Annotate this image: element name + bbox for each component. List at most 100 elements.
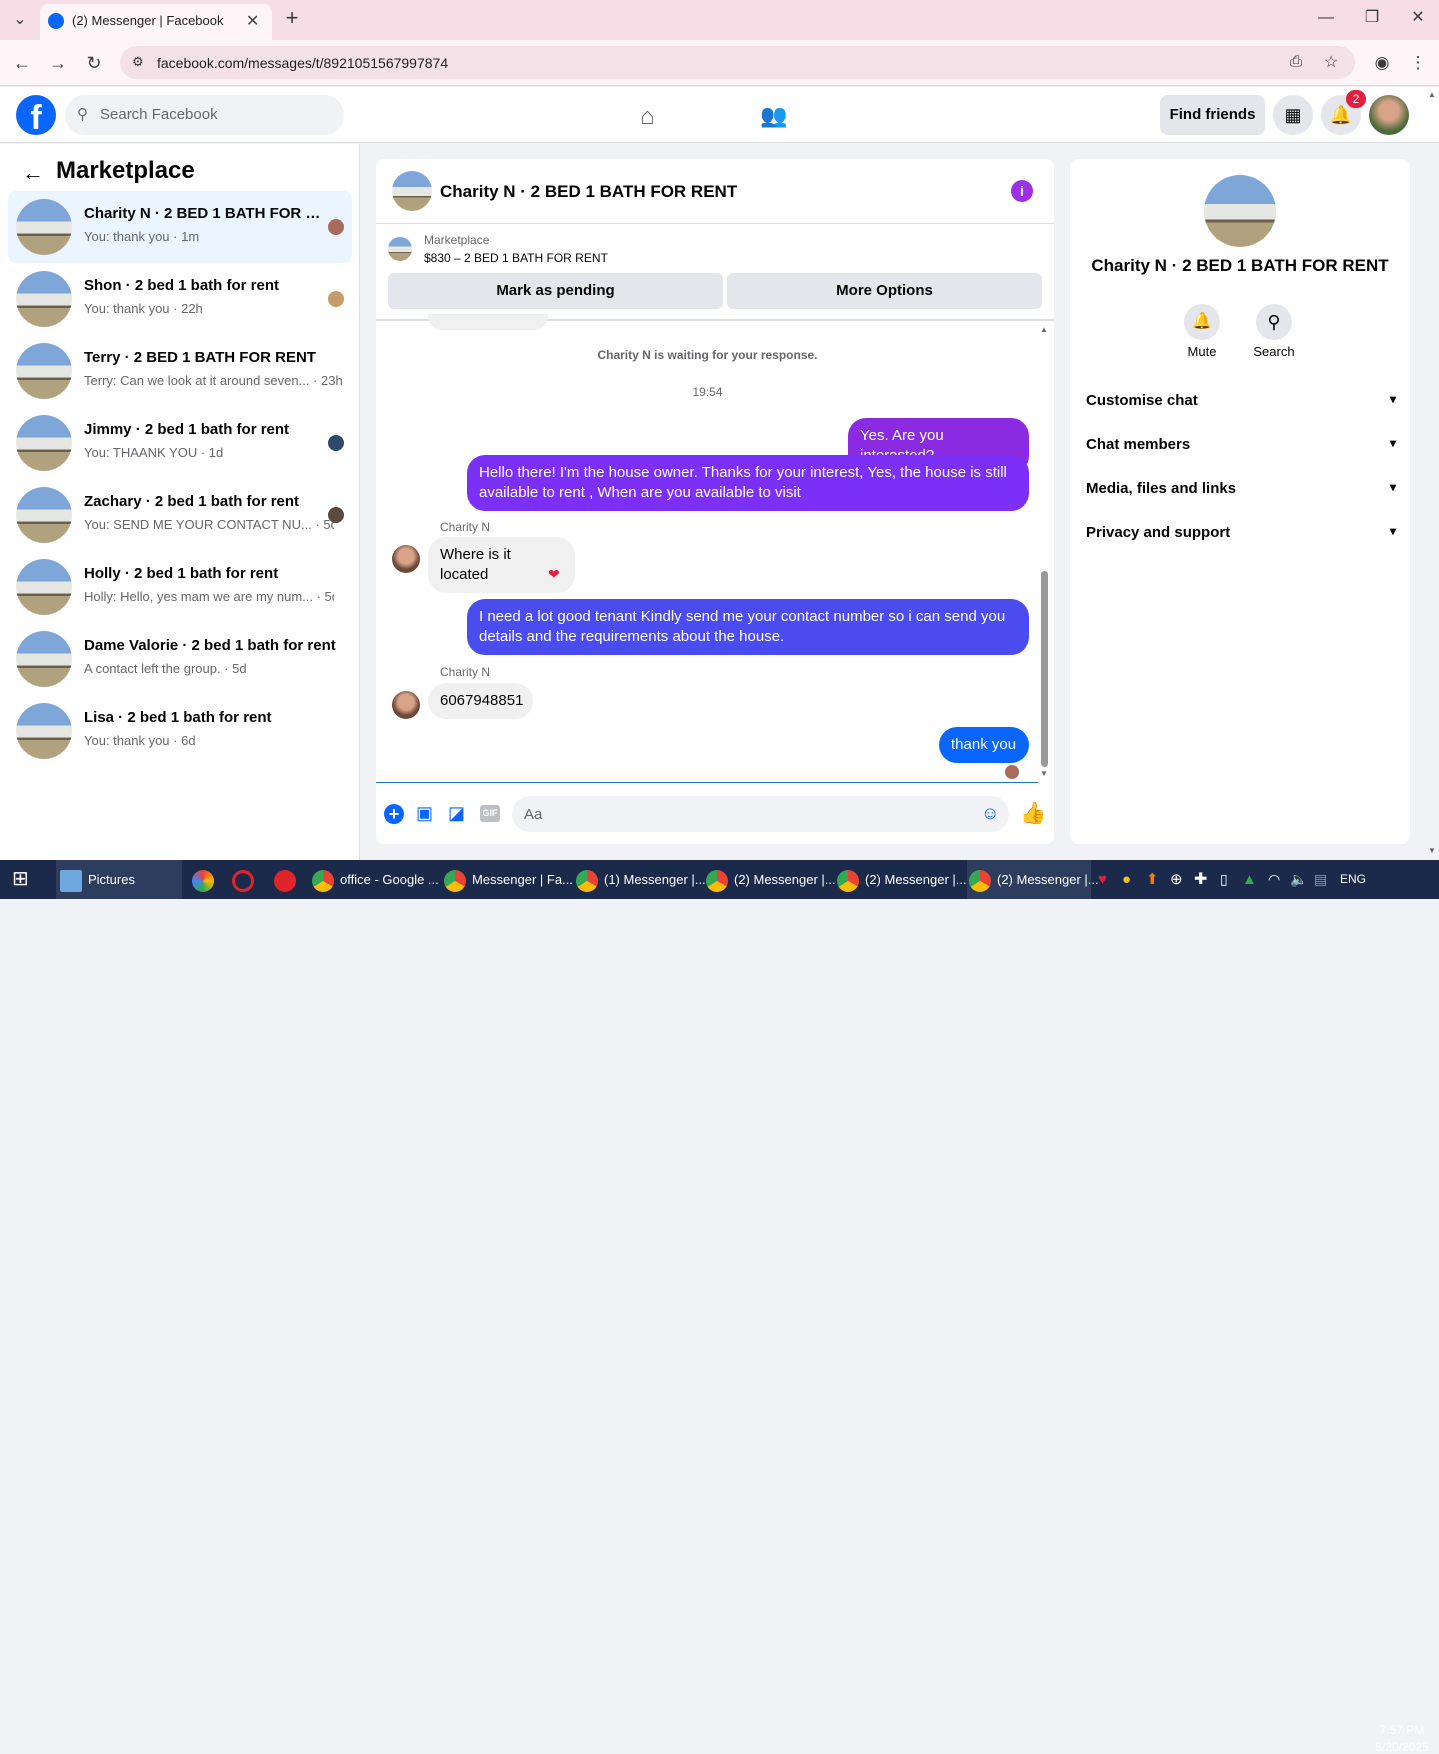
update-tray-icon[interactable]: ⬆ <box>1146 860 1159 899</box>
chat-scrollbar[interactable]: ▲ ▼ <box>1040 323 1050 783</box>
taskbar-item-chrome[interactable]: (2) Messenger |... <box>837 860 967 899</box>
profile-icon[interactable]: ◉ <box>1372 53 1392 73</box>
conversation-item[interactable]: Jimmy · 2 bed 1 bath for rent You: THAAN… <box>8 407 352 479</box>
incoming-message[interactable]: 6067948851 <box>428 683 533 719</box>
taskbar-item-chrome-active[interactable]: (2) Messenger |... <box>967 860 1099 899</box>
privacy-support-section[interactable]: Privacy and support ▾ <box>1086 524 1396 541</box>
add-attachment-icon[interactable]: + <box>384 804 404 824</box>
url-field[interactable]: ⚙ facebook.com/messages/t/89210515679978… <box>120 46 1355 79</box>
taskbar-label: Pictures <box>88 872 135 887</box>
account-avatar[interactable] <box>1369 95 1409 135</box>
heart-reaction-icon[interactable]: ❤ <box>548 566 560 583</box>
plus-tray-icon[interactable]: ✚ <box>1194 860 1207 899</box>
page-scroll-up-icon[interactable]: ▲ <box>1428 90 1436 99</box>
facebook-logo-icon[interactable]: f <box>16 95 56 137</box>
clock-date[interactable]: 5/20/2025 <box>1372 1740 1432 1754</box>
search-chat-icon[interactable]: ⚲ <box>1256 304 1292 340</box>
back-arrow-icon[interactable]: ← <box>22 160 44 186</box>
windows-start-icon[interactable]: ⊞ <box>12 860 29 899</box>
conversation-item[interactable]: Terry · 2 BED 1 BATH FOR RENT Terry: Can… <box>8 335 352 407</box>
home-icon[interactable]: ⌂ <box>640 103 655 131</box>
page-scroll-down-icon[interactable]: ▼ <box>1428 846 1436 855</box>
scroll-up-arrow-icon[interactable]: ▲ <box>1040 325 1048 334</box>
section-label: Customise chat <box>1086 392 1198 409</box>
conversation-item[interactable]: Dame Valorie · 2 bed 1 bath for rent A c… <box>8 623 352 695</box>
taskbar-app[interactable] <box>192 860 220 899</box>
gif-icon[interactable]: GIF <box>480 805 500 822</box>
mute-bell-icon[interactable]: 🔔 <box>1184 304 1220 340</box>
search-label[interactable]: Search <box>1244 344 1304 359</box>
menu-grid-icon[interactable]: ▦ <box>1273 95 1313 135</box>
scrollbar-thumb[interactable] <box>1041 571 1048 767</box>
tab-search-icon[interactable]: ⌄ <box>10 10 30 30</box>
conversation-item[interactable]: Shon · 2 bed 1 bath for rent You: thank … <box>8 263 352 335</box>
heart-tray-icon[interactable]: ♥ <box>1098 860 1107 899</box>
taskbar-app[interactable] <box>274 860 302 899</box>
sender-avatar[interactable] <box>392 545 420 573</box>
language-indicator[interactable]: ENG <box>1340 860 1366 899</box>
taskbar-item-chrome[interactable]: office - Google ... <box>312 860 439 899</box>
outgoing-message[interactable]: Hello there! I'm the house owner. Thanks… <box>467 455 1029 511</box>
clock-time[interactable]: 7:57 PM <box>1372 1723 1432 1737</box>
taskbar-item-chrome[interactable]: (2) Messenger |... <box>706 860 836 899</box>
nvidia-tray-icon[interactable]: ▲ <box>1242 860 1257 899</box>
reload-icon[interactable]: ↻ <box>84 53 104 73</box>
thumbs-up-icon[interactable]: 👍 <box>1020 802 1046 826</box>
conversation-item[interactable]: Charity N · 2 BED 1 BATH FOR R... You: t… <box>8 191 352 263</box>
close-window-icon[interactable]: ✕ <box>1408 8 1428 28</box>
bookmark-star-icon[interactable]: ☆ <box>1324 52 1338 72</box>
section-label: Chat members <box>1086 436 1191 453</box>
globe-tray-icon[interactable]: ⊕ <box>1170 860 1183 899</box>
conversation-item[interactable]: Holly · 2 bed 1 bath for rent Holly: Hel… <box>8 551 352 623</box>
emoji-icon[interactable]: ☺ <box>981 803 999 824</box>
sticker-icon[interactable]: ◪ <box>448 803 465 824</box>
chat-avatar[interactable] <box>392 171 432 211</box>
listing-title[interactable]: $830 – 2 BED 1 BATH FOR RENT <box>424 251 608 265</box>
listing-thumbnail <box>16 559 72 615</box>
tray-app-icon[interactable]: ● <box>1122 860 1131 899</box>
conversation-item[interactable]: Lisa · 2 bed 1 bath for rent You: thank … <box>8 695 352 767</box>
site-info-icon[interactable]: ⚙ <box>132 54 144 70</box>
forward-icon[interactable]: → <box>48 53 68 73</box>
conversation-preview: You: SEND ME YOUR CONTACT NU... · 5d <box>84 517 334 532</box>
info-icon[interactable]: i <box>1011 180 1033 202</box>
find-friends-button[interactable]: Find friends <box>1160 95 1265 135</box>
new-tab-icon[interactable]: + <box>282 7 302 29</box>
composer-divider <box>376 782 1038 783</box>
more-options-button[interactable]: More Options <box>727 273 1042 309</box>
mark-as-pending-button[interactable]: Mark as pending <box>388 273 723 309</box>
volume-icon[interactable]: 🔈 <box>1290 860 1307 899</box>
scroll-down-arrow-icon[interactable]: ▼ <box>1040 769 1048 778</box>
wifi-icon[interactable]: ◠ <box>1268 860 1280 899</box>
conversation-preview: A contact left the group. · 5d <box>84 661 247 676</box>
browser-tab[interactable]: (2) Messenger | Facebook ✕ <box>40 4 272 40</box>
customise-chat-section[interactable]: Customise chat ▾ <box>1086 392 1396 409</box>
back-icon[interactable]: ← <box>12 53 32 73</box>
minimize-icon[interactable]: — <box>1316 8 1336 28</box>
search-facebook-input[interactable]: ⚲ Search Facebook <box>65 95 344 135</box>
display-tray-icon[interactable]: ▤ <box>1314 860 1327 899</box>
sender-name: Charity N <box>440 665 491 679</box>
sender-avatar[interactable] <box>392 691 420 719</box>
message-input[interactable]: Aa ☺ <box>512 796 1009 832</box>
close-tab-icon[interactable]: ✕ <box>246 11 259 31</box>
taskbar-app[interactable] <box>232 860 260 899</box>
profile-avatar[interactable] <box>1204 175 1276 247</box>
taskbar-item-chrome[interactable]: Messenger | Fa... <box>444 860 573 899</box>
restore-icon[interactable]: ❐ <box>1362 8 1382 28</box>
chat-members-section[interactable]: Chat members ▾ <box>1086 436 1396 453</box>
chat-title[interactable]: Charity N · 2 BED 1 BATH FOR RENT <box>440 182 737 202</box>
mute-label[interactable]: Mute <box>1172 344 1232 359</box>
menu-kebab-icon[interactable]: ⋮ <box>1408 53 1428 73</box>
friends-icon[interactable]: 👥 <box>760 103 787 129</box>
taskbar-item-pictures[interactable]: Pictures <box>56 860 182 899</box>
conversation-item[interactable]: Zachary · 2 bed 1 bath for rent You: SEN… <box>8 479 352 551</box>
battery-tray-icon[interactable]: ▯ <box>1220 860 1228 899</box>
photo-icon[interactable]: ▣ <box>416 803 433 824</box>
incoming-message[interactable]: Where is it located <box>428 537 575 593</box>
media-files-links-section[interactable]: Media, files and links ▾ <box>1086 480 1396 497</box>
outgoing-message[interactable]: thank you <box>939 727 1029 763</box>
taskbar-item-chrome[interactable]: (1) Messenger |... <box>576 860 706 899</box>
outgoing-message[interactable]: I need a lot good tenant Kindly send me … <box>467 599 1029 655</box>
install-app-icon[interactable]: ⎙ <box>1290 53 1302 70</box>
